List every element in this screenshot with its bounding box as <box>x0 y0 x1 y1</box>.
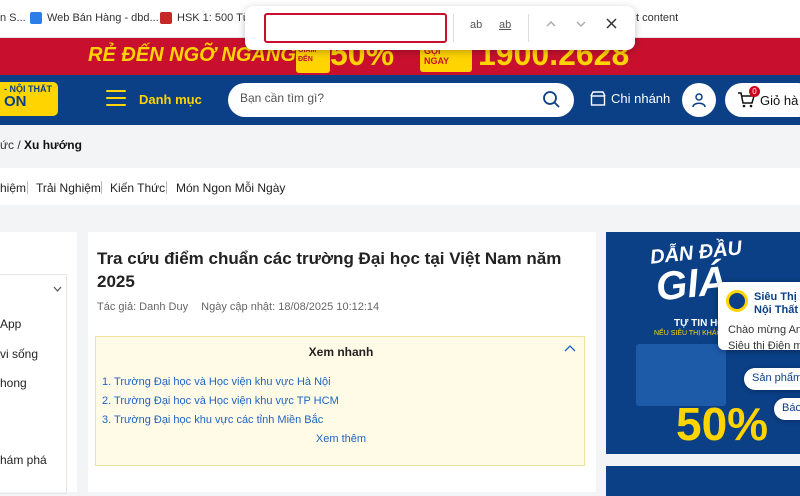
toc-heading: Xem nhanh <box>308 345 374 359</box>
logo-text-bottom: ON <box>4 93 27 110</box>
toc-item-mien-bac[interactable]: 3. Trường Đại học khu vực các tỉnh Miền … <box>102 414 323 426</box>
search-box <box>228 83 574 117</box>
user-icon <box>692 93 706 108</box>
category-item-kien-thuc[interactable]: Kiến Thức <box>110 181 165 195</box>
cart-button[interactable]: 0 Giỏ hà <box>725 83 800 117</box>
store-icon <box>590 91 606 106</box>
chat-store-name: Siêu Thị Đ Nội Thất <box>754 291 800 316</box>
article-meta: Tác giả: Danh Duy Ngày cập nhật: 18/08/2… <box>97 301 379 313</box>
article-card: Tra cứu điểm chuẩn các trường Đại học tạ… <box>88 232 596 492</box>
search-input[interactable] <box>240 91 530 105</box>
hamburger-icon[interactable] <box>106 90 126 108</box>
flag-icon <box>160 12 172 24</box>
chat-quick-reply-products[interactable]: Sản phẩm <box>744 368 800 390</box>
cart-count-badge: 0 <box>749 86 760 97</box>
breadcrumb: ức / Xu hướng <box>0 138 82 152</box>
divider <box>528 14 529 42</box>
close-find-button[interactable] <box>605 15 618 35</box>
table-of-contents: Xem nhanh 1. Trường Đại học và Học viện … <box>95 336 585 466</box>
left-sidebar: App vi sống hong hám phá <box>0 232 77 494</box>
category-bar: hiệm Trải Nghiệm Kiến Thức Món Ngon Mỗi … <box>0 168 800 205</box>
ad-subtagline: NẾU SIÊU THỊ KHÁC <box>654 330 722 337</box>
category-menu-button[interactable]: Danh mục <box>139 92 202 107</box>
article-title: Tra cứu điểm chuẩn các trường Đại học tạ… <box>97 249 562 291</box>
divider <box>453 14 454 42</box>
grid-icon <box>30 12 42 24</box>
toc-item-ha-noi[interactable]: 1. Trường Đại học và Học viện khu vực Hà… <box>102 376 331 388</box>
branch-button[interactable]: Chi nhánh <box>590 91 670 106</box>
toc-collapse-button[interactable] <box>564 341 576 355</box>
promo-ad-secondary[interactable] <box>606 466 800 496</box>
cart-label: Giỏ hà <box>760 92 799 108</box>
chevron-up-icon <box>546 21 556 27</box>
previous-match-button[interactable] <box>545 17 557 33</box>
site-header: - NỘI THẤT ON Danh mục Chi nhánh 0 Giỏ h… <box>0 75 800 125</box>
sidebar-item-song[interactable]: vi sống <box>0 347 38 361</box>
toc-see-more-link[interactable]: Xem thêm <box>96 433 586 445</box>
find-input[interactable] <box>264 13 447 43</box>
bookmark-label: n S... <box>0 12 26 24</box>
ad-percent: 50% <box>676 398 769 450</box>
sidebar-item-app[interactable]: App <box>0 317 21 331</box>
bookmark-label: Web Bán Hàng - dbd... <box>47 12 159 24</box>
divider <box>101 181 102 194</box>
chevron-down-icon[interactable] <box>53 285 62 296</box>
sidebar-item-kham-pha[interactable]: hám phá <box>0 453 47 467</box>
chat-widget[interactable]: Siêu Thị Đ Nội Thất Chào mừng An Siêu th… <box>718 282 800 352</box>
site-logo[interactable]: - NỘI THẤT ON <box>0 82 58 116</box>
search-icon[interactable] <box>542 90 561 114</box>
divider <box>166 181 167 194</box>
chat-welcome-message: Chào mừng An Siêu thị Điện m <box>728 324 800 352</box>
bookmark-web-ban-hang[interactable]: Web Bán Hàng - dbd... <box>30 12 159 24</box>
article-updated: Ngày cập nhật: 18/08/2025 10:12:14 <box>201 301 380 313</box>
bookmark-label: t content <box>636 12 679 24</box>
sidebar-menu: App vi sống hong hám phá <box>0 274 67 494</box>
category-item-trai-nghiem[interactable]: Trải Nghiệm <box>36 181 101 195</box>
breadcrumb-parent[interactable]: ức / <box>0 138 21 152</box>
match-case-button[interactable]: ab <box>470 19 482 31</box>
bookmark-0[interactable]: n S... <box>0 12 26 24</box>
find-bar: ab ab <box>245 6 635 50</box>
chat-avatar <box>726 290 748 312</box>
next-match-button[interactable] <box>575 17 587 33</box>
toc-item-tp-hcm[interactable]: 2. Trường Đại học và Học viện khu vực TP… <box>102 395 339 407</box>
whole-word-button[interactable]: ab <box>499 19 511 31</box>
account-button[interactable] <box>682 83 716 117</box>
breadcrumb-current: Xu hướng <box>24 138 82 152</box>
branch-label: Chi nhánh <box>611 91 671 106</box>
category-item-mon-ngon[interactable]: Món Ngon Mỗi Ngày <box>176 181 285 195</box>
chevron-up-icon <box>564 345 576 352</box>
chat-quick-reply-report[interactable]: Báo <box>774 398 800 420</box>
close-icon <box>606 18 617 29</box>
sidebar-item-hong[interactable]: hong <box>0 376 27 390</box>
divider <box>27 181 28 194</box>
category-item-0[interactable]: hiệm <box>0 181 26 195</box>
bookmark-content[interactable]: t content <box>636 12 678 24</box>
article-author: Tác giả: Danh Duy <box>97 301 189 313</box>
chevron-down-icon <box>576 21 586 27</box>
